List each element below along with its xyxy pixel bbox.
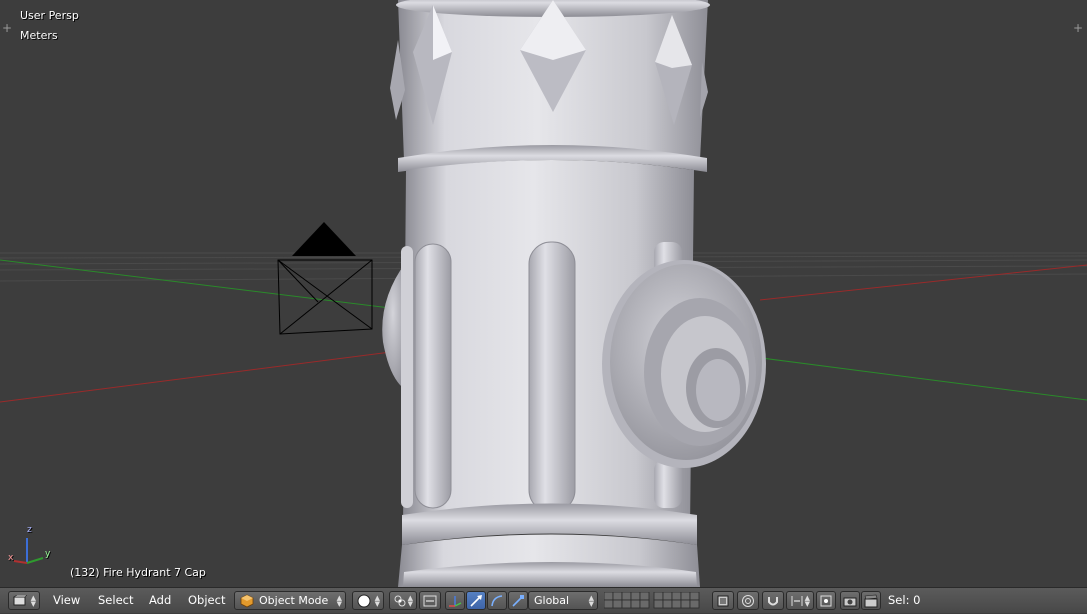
y-axis-line-right (714, 351, 1087, 401)
dropdown-arrows-icon: ▲ ▼ (407, 593, 413, 608)
lock-camera-button[interactable] (712, 591, 734, 610)
layers-grid-icon[interactable] (603, 591, 704, 610)
menu-view[interactable]: View (53, 593, 80, 607)
snap-toggle-button[interactable] (762, 591, 784, 610)
pivot-align-button[interactable] (419, 591, 441, 610)
x-axis-line (0, 346, 431, 403)
region-toggle-left[interactable]: + (2, 22, 12, 34)
cube-icon (240, 594, 254, 607)
region-toggle-right[interactable]: + (1073, 22, 1083, 34)
3d-viewport[interactable]: + + User Persp Meters (132) Fire Hydrant… (0, 0, 1087, 587)
rotate-icon (491, 594, 503, 606)
dropdown-arrows-icon: ▲ ▼ (588, 593, 594, 608)
mode-selector[interactable]: Object Mode ▲ ▼ (234, 591, 346, 610)
units-label: Meters (20, 29, 58, 42)
camera-render-icon (843, 597, 857, 606)
3d-view-icon (13, 594, 27, 605)
viewport-scene[interactable] (0, 0, 1087, 587)
pivot-point-button[interactable]: ▲ ▼ (389, 591, 417, 610)
clapper-icon (864, 594, 878, 607)
x-axis-line-right (759, 264, 1087, 301)
manipulator-toggle-button[interactable] (445, 591, 465, 610)
snap-target-icon (820, 595, 832, 606)
snap-element-button[interactable]: ▲ ▼ (786, 591, 814, 610)
rotate-button[interactable] (487, 591, 507, 610)
orientation-label: Global (534, 594, 570, 607)
dropdown-arrows-icon: ▲ ▼ (804, 593, 810, 608)
mode-label: Object Mode (259, 594, 329, 607)
view-name-label: User Persp (20, 9, 79, 22)
axis-gizmo (13, 538, 44, 564)
proportional-edit-icon (742, 594, 754, 607)
dropdown-arrows-icon: ▲ ▼ (374, 593, 380, 608)
menu-select[interactable]: Select (98, 593, 133, 607)
selection-status: Sel: 0 (888, 593, 921, 607)
axis-z-label: z (27, 525, 32, 535)
scene-lock-icon (717, 595, 729, 606)
axis-x-label: x (8, 553, 14, 563)
editor-type-button[interactable]: ▲ ▼ (8, 591, 40, 610)
y-axis-line (0, 259, 391, 309)
dropdown-arrows-icon: ▲ ▼ (30, 593, 36, 608)
pivot-point-icon (394, 595, 406, 606)
camera-object[interactable] (277, 222, 373, 335)
menu-object[interactable]: Object (188, 593, 225, 607)
magnet-icon (768, 596, 778, 605)
menu-add[interactable]: Add (149, 593, 171, 607)
opengl-render-button[interactable] (840, 591, 860, 610)
snap-increment-icon (791, 595, 803, 606)
axis-y-label: y (45, 549, 51, 559)
fire-hydrant-mesh[interactable] (382, 0, 766, 587)
viewport-shading-button[interactable]: ▲ ▼ (352, 591, 384, 610)
manipulator-toggle-icon (449, 595, 462, 607)
translate-button[interactable] (466, 591, 486, 610)
object-info-label: (132) Fire Hydrant 7 Cap (70, 566, 206, 579)
translate-icon (470, 594, 482, 607)
layers-grid[interactable] (603, 591, 704, 610)
scale-button[interactable] (508, 591, 528, 610)
scale-icon (512, 594, 524, 607)
transform-orientation-selector[interactable]: Global ▲ ▼ (528, 591, 598, 610)
proportional-edit-button[interactable] (737, 591, 759, 610)
align-arrows-icon (423, 595, 437, 606)
dropdown-arrows-icon: ▲ ▼ (336, 593, 342, 608)
solid-sphere-icon (357, 594, 371, 607)
3d-view-header: ▲ ▼ View Select Add Object Object Mode ▲ ▼… (0, 587, 1087, 613)
opengl-animation-button[interactable] (861, 591, 881, 610)
snap-target-button[interactable] (816, 591, 836, 610)
